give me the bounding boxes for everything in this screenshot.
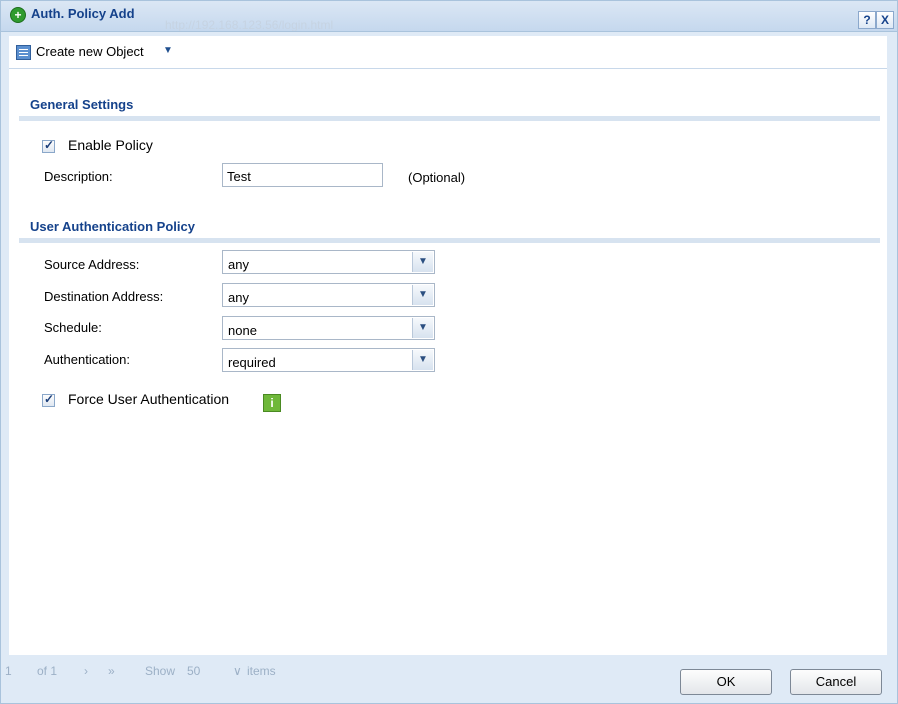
schedule-select[interactable]: none ▼ xyxy=(222,316,435,340)
add-icon: + xyxy=(10,7,26,23)
cancel-button[interactable]: Cancel xyxy=(790,669,882,695)
pager-page: 1 xyxy=(5,664,12,678)
authentication-select[interactable]: required ▼ xyxy=(222,348,435,372)
pager-of-label: of 1 xyxy=(37,664,58,678)
force-user-auth-checkbox[interactable]: ✓ xyxy=(42,392,55,407)
destination-address-label: Destination Address: xyxy=(44,289,164,304)
pager-per-page: 50 xyxy=(187,664,201,678)
toolbar: Create new Object ▼ xyxy=(9,36,887,69)
pager-items-label: items xyxy=(247,664,276,678)
source-address-label: Source Address: xyxy=(44,257,140,272)
background-url-text: http://192.168.123.56/login.html xyxy=(165,19,334,31)
chevron-down-icon[interactable]: ▼ xyxy=(163,45,173,56)
description-label: Description: xyxy=(44,169,113,184)
close-button[interactable]: X xyxy=(876,11,894,29)
enable-policy-checkbox[interactable]: ✓ xyxy=(42,138,55,153)
dialog-title: Auth. Policy Add xyxy=(31,6,135,21)
section-divider xyxy=(19,116,880,121)
next-page-icon: › xyxy=(84,664,88,678)
optional-hint: (Optional) xyxy=(408,170,466,185)
object-list-icon[interactable] xyxy=(16,45,31,60)
form-panel: General Settings ✓ Enable Policy Descrip… xyxy=(9,69,887,655)
user-auth-policy-title: User Authentication Policy xyxy=(30,219,195,234)
schedule-value: none xyxy=(228,323,257,338)
chevron-down-icon: ∨ xyxy=(233,664,242,678)
chevron-down-icon[interactable]: ▼ xyxy=(412,285,433,305)
general-settings-title: General Settings xyxy=(30,97,134,112)
destination-address-select[interactable]: any ▼ xyxy=(222,283,435,307)
destination-address-value: any xyxy=(228,290,249,305)
chevron-down-icon[interactable]: ▼ xyxy=(412,252,433,272)
pager-show-label: Show xyxy=(145,664,176,678)
create-new-object-button[interactable]: Create new Object xyxy=(36,44,144,59)
chevron-down-icon[interactable]: ▼ xyxy=(412,350,433,370)
authentication-value: required xyxy=(228,355,276,370)
ok-button[interactable]: OK xyxy=(680,669,772,695)
last-page-icon: » xyxy=(108,664,115,678)
description-input[interactable]: Test xyxy=(222,163,383,187)
force-user-auth-label: Force User Authentication xyxy=(68,391,230,407)
chevron-down-icon[interactable]: ▼ xyxy=(412,318,433,338)
background-pager: 1 of 1 › » Show 50 ∨ items xyxy=(1,660,331,682)
description-value: Test xyxy=(227,169,251,184)
enable-policy-label: Enable Policy xyxy=(68,137,153,153)
help-button[interactable]: ? xyxy=(858,11,876,29)
info-icon[interactable]: i xyxy=(263,394,281,412)
authentication-label: Authentication: xyxy=(44,352,131,367)
source-address-value: any xyxy=(228,257,249,272)
source-address-select[interactable]: any ▼ xyxy=(222,250,435,274)
section-divider xyxy=(19,238,880,243)
schedule-label: Schedule: xyxy=(44,320,102,335)
